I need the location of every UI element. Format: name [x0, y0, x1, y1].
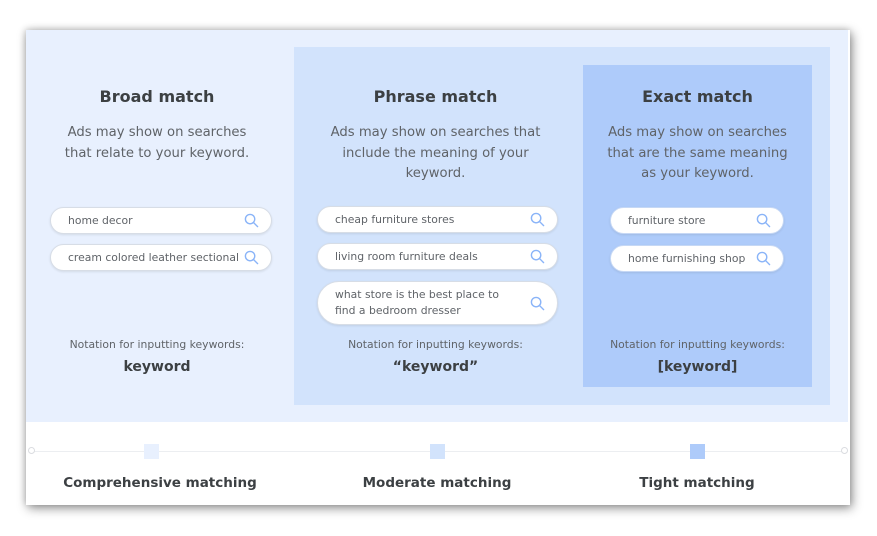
search-query: cream colored leather sectional — [68, 250, 239, 264]
search-example: what store is the best place to find a b… — [317, 281, 558, 325]
match-types-card: Broad match Ads may show on searches tha… — [26, 30, 850, 505]
search-icon — [244, 213, 259, 228]
column-description: Ads may show on searches that are the sa… — [607, 125, 788, 181]
search-icon — [756, 251, 771, 266]
column-title: Exact match — [642, 87, 753, 106]
search-query: cheap furniture stores — [335, 212, 455, 226]
search-query: furniture store — [628, 213, 706, 227]
notation-label: Notation for inputting keywords: — [610, 338, 785, 351]
column-description: Ads may show on searches that relate to … — [64, 125, 250, 161]
phrase-match-column: Phrase match Ads may show on searches th… — [294, 30, 577, 422]
notation-keyword: “keyword” — [392, 359, 479, 375]
search-example: furniture store — [610, 207, 784, 234]
search-icon — [530, 212, 545, 227]
exact-scale-marker — [690, 444, 705, 459]
column-description: Ads may show on searches that include th… — [330, 125, 541, 181]
search-query: living room furniture deals — [335, 249, 478, 263]
notation-keyword: keyword — [123, 359, 191, 375]
search-example: home decor — [50, 207, 272, 234]
search-query: what store is the best place to find a b… — [335, 288, 500, 317]
notation-label: Notation for inputting keywords: — [348, 338, 523, 351]
search-example: cheap furniture stores — [317, 206, 558, 233]
search-query: home decor — [68, 213, 133, 227]
column-title: Broad match — [99, 87, 215, 106]
scale-end-dot — [841, 447, 848, 454]
broad-scale-marker — [144, 444, 159, 459]
scale-start-dot — [28, 447, 35, 454]
notation-label: Notation for inputting keywords: — [69, 338, 245, 351]
broad-match-column: Broad match Ads may show on searches tha… — [26, 30, 288, 422]
search-icon — [756, 213, 771, 228]
search-query: home furnishing shop — [628, 251, 746, 265]
notation-keyword: [keyword] — [657, 359, 738, 375]
search-example: living room furniture deals — [317, 243, 558, 270]
exact-match-column: Exact match Ads may show on searches tha… — [583, 30, 812, 422]
search-icon — [530, 249, 545, 264]
tight-matching-label: Tight matching — [639, 475, 755, 491]
search-example: cream colored leather sectional — [50, 244, 272, 271]
search-icon — [530, 296, 545, 310]
search-example: home furnishing shop — [610, 245, 784, 272]
moderate-matching-label: Moderate matching — [362, 475, 512, 491]
comprehensive-matching-label: Comprehensive matching — [63, 475, 257, 491]
column-title: Phrase match — [373, 87, 498, 106]
search-icon — [244, 250, 259, 265]
phrase-scale-marker — [430, 444, 445, 459]
